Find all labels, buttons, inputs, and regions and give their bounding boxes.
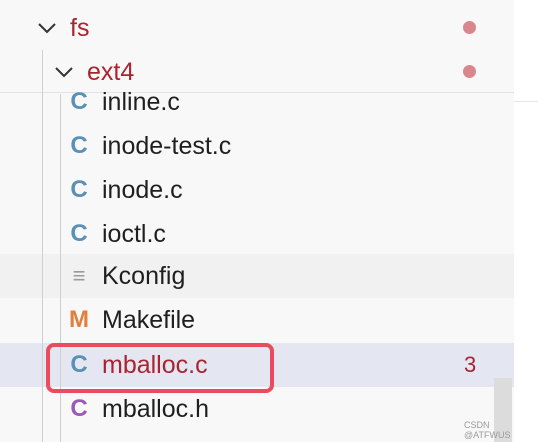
modified-dot	[463, 21, 476, 34]
c-header-icon: C	[70, 395, 88, 422]
text-file-icon: ≡	[72, 263, 86, 288]
file-row-inline-c[interactable]: C inline.c	[0, 80, 514, 124]
c-file-icon: C	[70, 88, 88, 115]
chevron-down-icon[interactable]	[36, 17, 58, 39]
file-row-kconfig[interactable]: ≡ Kconfig	[0, 254, 514, 298]
file-label: Makefile	[102, 306, 196, 334]
editor-edge-divider	[514, 101, 538, 102]
file-label: inode-test.c	[102, 132, 232, 160]
indent-guide	[42, 50, 43, 442]
watermark: CSDN @ATFWUS	[464, 420, 511, 440]
file-label: mballoc.h	[102, 395, 209, 423]
folder-row-fs[interactable]: fs	[0, 6, 514, 50]
problems-count-badge: 3	[464, 352, 477, 377]
file-row-inode-c[interactable]: C inode.c	[0, 168, 514, 212]
file-row-inode-test-c[interactable]: C inode-test.c	[0, 124, 514, 168]
highlight-annotation	[46, 343, 274, 393]
file-label: inode.c	[102, 176, 183, 204]
makefile-icon: M	[69, 306, 89, 333]
editor-edge	[514, 0, 538, 442]
file-row-ioctl-c[interactable]: C ioctl.c	[0, 212, 514, 256]
file-row-mballoc-h[interactable]: C mballoc.h	[0, 387, 514, 431]
file-label: ioctl.c	[102, 220, 166, 248]
file-row-makefile[interactable]: M Makefile	[0, 298, 514, 342]
c-file-icon: C	[70, 176, 88, 203]
c-file-icon: C	[70, 220, 88, 247]
folder-label-fs: fs	[70, 14, 90, 42]
c-file-icon: C	[70, 132, 88, 159]
modified-dot	[463, 65, 476, 78]
file-label: inline.c	[102, 88, 180, 116]
file-label: Kconfig	[102, 262, 186, 290]
